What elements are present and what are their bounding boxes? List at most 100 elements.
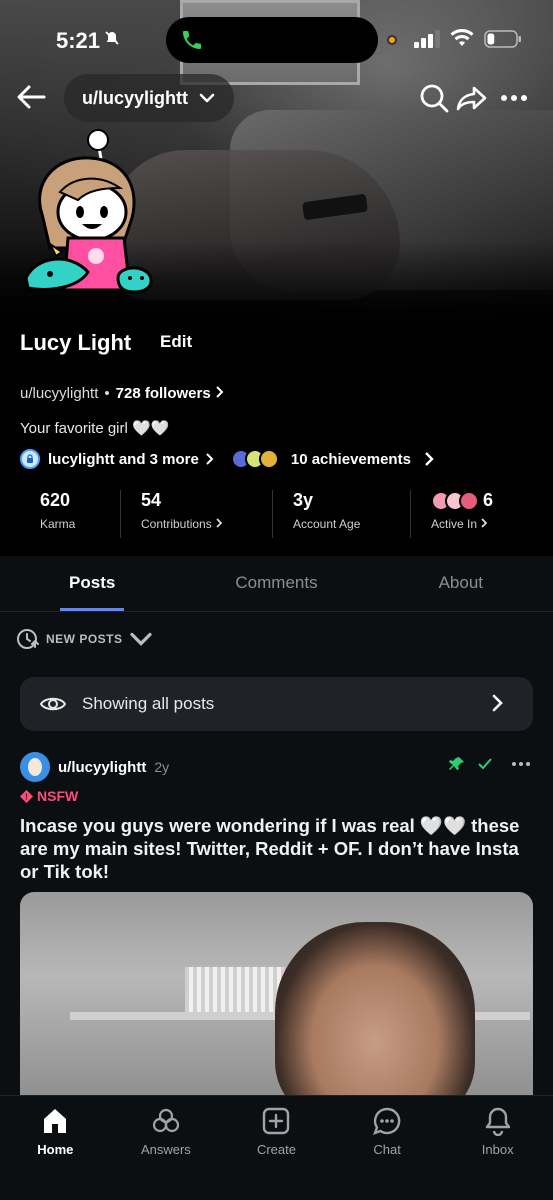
more-options-icon[interactable] [498, 82, 530, 114]
eye-icon [40, 697, 66, 711]
nav-label: Inbox [481, 1142, 514, 1157]
stat-value: 54 [141, 490, 162, 510]
social-link-icon [20, 449, 40, 469]
chevron-right-icon [425, 452, 434, 466]
chevron-down-icon [199, 93, 215, 103]
stat-active-in[interactable]: 6 Active In [410, 490, 530, 538]
post-actions [449, 756, 531, 772]
sort-selector[interactable]: NEW POSTS [0, 612, 553, 666]
stat-value: 3y [293, 490, 314, 510]
post-header: u/lucyylightt 2y [20, 752, 169, 782]
chevron-down-icon [129, 632, 152, 646]
back-arrow-icon[interactable] [14, 80, 48, 114]
chevron-right-icon [216, 518, 223, 528]
answers-icon [152, 1108, 179, 1133]
achievement-badge-icon [258, 449, 279, 469]
followers-link[interactable]: 728 followers [116, 385, 225, 402]
battery-icon [484, 30, 521, 48]
stat-account-age: 3y Account Age [272, 490, 410, 538]
tab-posts[interactable]: Posts [0, 556, 184, 611]
social-links-label: lucylightt and 3 more [48, 450, 199, 468]
community-icons [431, 490, 479, 511]
chat-icon [373, 1107, 401, 1136]
profile-stats: 620 Karma 54 Contributions 3y Account Ag… [20, 490, 533, 538]
nav-chat[interactable]: Chat [332, 1096, 443, 1200]
nav-home[interactable]: Home [0, 1096, 111, 1200]
post-age: 2y [154, 759, 170, 775]
stat-label: Karma [40, 517, 76, 531]
post-author[interactable]: u/lucyylightt [58, 759, 146, 776]
nsfw-tag: ! NSFW [20, 788, 78, 804]
image-basket [185, 967, 285, 1012]
create-icon [263, 1107, 290, 1135]
phone-call-icon [183, 31, 201, 49]
filter-label: Showing all posts [82, 694, 215, 713]
profile-avatar[interactable] [20, 128, 160, 308]
followers-count: 728 followers [115, 385, 211, 402]
meta-separator: • [104, 385, 110, 402]
nav-answers[interactable]: Answers [111, 1096, 222, 1200]
stat-label: Contributions [141, 517, 212, 531]
bell-icon [485, 1107, 510, 1136]
stat-label-row: Active In [431, 517, 530, 531]
chevron-right-icon [206, 453, 214, 465]
profile-tabs: Posts Comments About [0, 556, 553, 612]
home-icon [44, 1109, 67, 1133]
stat-contributions[interactable]: 54 Contributions [120, 490, 272, 538]
nsfw-icon: ! [20, 789, 33, 803]
username-switcher[interactable]: u/lucyylightt [64, 74, 235, 122]
new-sort-icon [17, 629, 39, 649]
stat-label-row: Contributions [141, 517, 272, 531]
status-time: 5:21 [56, 28, 101, 53]
nav-inbox[interactable]: Inbox [442, 1096, 553, 1200]
post-card[interactable]: u/lucyylightt 2y ! NSFW Incase you guys … [0, 742, 553, 1102]
post-title[interactable]: Incase you guys were wondering if I was … [20, 814, 535, 883]
stat-karma: 620 Karma [20, 490, 120, 538]
dynamic-island[interactable] [166, 17, 378, 63]
nsfw-label: NSFW [37, 788, 79, 804]
profile-bio: Your favorite girl 🤍🤍 [20, 420, 170, 437]
stat-value: 6 [483, 490, 494, 510]
cellular-signal-icon [414, 30, 440, 48]
chevron-right-icon [492, 694, 503, 712]
profile-username: u/lucyylightt [20, 385, 99, 402]
post-author-avatar[interactable] [20, 752, 50, 782]
achievement-badges[interactable] [230, 449, 279, 469]
chevron-right-icon [481, 518, 488, 528]
nav-label: Answers [140, 1142, 191, 1157]
search-icon[interactable] [418, 82, 450, 114]
tab-comments[interactable]: Comments [184, 556, 368, 611]
username-pill-label: u/lucyylightt [82, 87, 189, 108]
edit-profile-button[interactable]: Edit [150, 330, 202, 354]
nav-label: Create [256, 1142, 296, 1157]
privacy-indicator-dot [387, 35, 397, 45]
nav-label: Chat [373, 1142, 401, 1157]
silent-bell-icon [104, 30, 120, 51]
stat-value: 620 [40, 490, 71, 510]
stat-label: Active In [431, 517, 478, 531]
post-image[interactable] [20, 892, 533, 1102]
display-name: Lucy Light [20, 330, 132, 355]
social-row: lucylightt and 3 more 10 achievements [20, 449, 435, 469]
stat-value-row: 6 [431, 490, 530, 511]
bottom-navigation: Home Answers Create Chat Inbox [0, 1095, 553, 1200]
showing-all-posts-button[interactable]: Showing all posts [20, 677, 533, 731]
stat-label: Account Age [293, 517, 361, 531]
social-links-button[interactable]: lucylightt and 3 more [48, 451, 215, 468]
image-person [275, 922, 475, 1102]
chevron-right-icon [216, 386, 224, 398]
profile-meta-line: u/lucyylightt • 728 followers [20, 385, 225, 402]
svg-text:!: ! [25, 792, 28, 801]
approved-check-icon [478, 758, 492, 770]
achievements-label: 10 achievements [290, 450, 411, 468]
pin-icon [449, 757, 464, 770]
filter-section: Showing all posts [0, 666, 553, 742]
nav-label: Home [37, 1142, 74, 1157]
wifi-icon [450, 29, 474, 46]
tab-about[interactable]: About [369, 556, 553, 611]
achievements-button[interactable]: 10 achievements [291, 451, 435, 468]
nav-create[interactable]: Create [221, 1096, 332, 1200]
community-icon [459, 490, 479, 511]
share-icon[interactable] [456, 82, 488, 114]
post-more-icon[interactable] [511, 756, 531, 772]
